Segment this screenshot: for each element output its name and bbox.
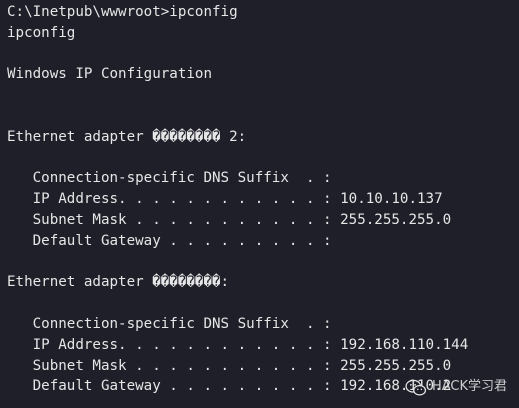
terminal-line-command-echo: ipconfig	[7, 24, 76, 41]
terminal-line-adapter-1-dns-suffix: Connection-specific DNS Suffix . :	[7, 170, 332, 187]
terminal-line-adapter-1-gateway: Default Gateway . . . . . . . . . :	[7, 232, 332, 249]
terminal-line-title: Windows IP Configuration	[7, 66, 212, 83]
terminal-line-adapter-1-subnet: Subnet Mask . . . . . . . . . . . : 255.…	[7, 211, 452, 228]
terminal-line-adapter-2-gateway: Default Gateway . . . . . . . . . : 192.…	[7, 378, 452, 395]
terminal-line-adapter-2-subnet: Subnet Mask . . . . . . . . . . . : 255.…	[7, 357, 452, 374]
terminal-line-adapter-2-dns-suffix: Connection-specific DNS Suffix . :	[7, 315, 332, 332]
terminal-line-prompt: C:\Inetpub\wwwroot>ipconfig	[7, 4, 238, 20]
terminal-line-adapter-2-ip: IP Address. . . . . . . . . . . . : 192.…	[7, 336, 469, 353]
terminal-line-adapter-2-header: Ethernet adapter ��������:	[7, 274, 230, 291]
terminal-line-adapter-1-ip: IP Address. . . . . . . . . . . . : 10.1…	[7, 191, 443, 208]
terminal-line-adapter-1-header: Ethernet adapter �������� 2:	[7, 128, 247, 145]
terminal-window[interactable]: C:\Inetpub\wwwroot>ipconfig ipconfig Win…	[0, 0, 519, 408]
